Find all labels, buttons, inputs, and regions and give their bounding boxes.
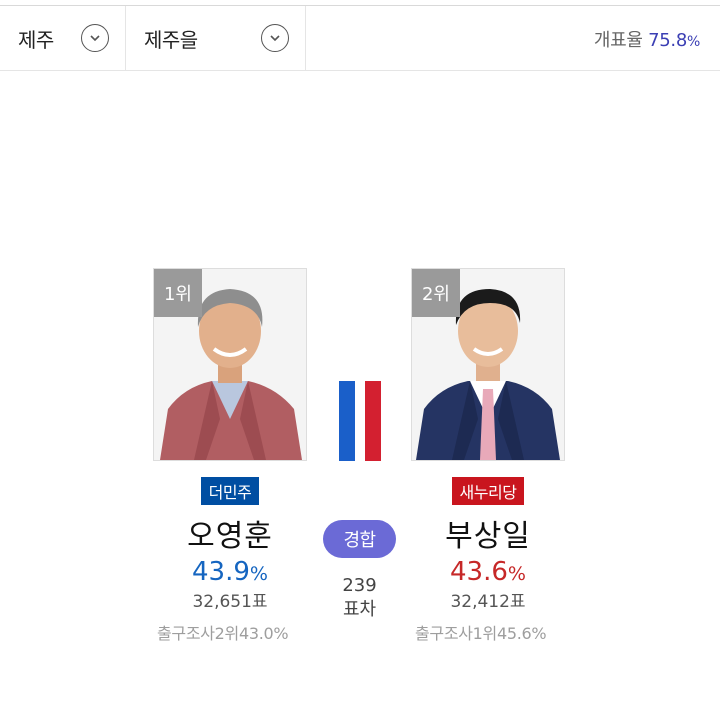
district-select[interactable]: 제주을 bbox=[126, 6, 306, 70]
candidate-name: 부상일 bbox=[445, 519, 531, 554]
chevron-down-icon[interactable] bbox=[81, 24, 109, 52]
chevron-down-icon[interactable] bbox=[261, 24, 289, 52]
right-candidate-bar bbox=[365, 381, 381, 461]
candidate-card-1[interactable]: 1위 더민주 오영훈 43.9% 32,651표 bbox=[153, 268, 307, 612]
region-select-label: 제주 bbox=[18, 27, 54, 52]
vote-margin: 239 표차 bbox=[323, 574, 396, 622]
vote-margin-value: 239 bbox=[342, 575, 377, 596]
count-rate: 개표율 75.8% bbox=[594, 26, 700, 52]
region-select[interactable]: 제주 bbox=[0, 6, 126, 70]
count-rate-label: 개표율 bbox=[593, 30, 643, 51]
exit-poll-result: 출구조사1위45.6% bbox=[415, 624, 547, 643]
count-rate-value: 75.8 bbox=[648, 30, 687, 51]
party-badge: 더민주 bbox=[200, 477, 260, 505]
count-rate-unit: % bbox=[686, 34, 700, 50]
filter-bar: 제주 제주을 개표율 75.8% bbox=[0, 6, 720, 71]
vote-count: 32,412표 bbox=[450, 592, 526, 612]
exit-poll-result: 출구조사2위43.0% bbox=[157, 624, 289, 643]
candidate-card-2[interactable]: 2위 새누리당 부상일 43.6% 32,412표 bbox=[411, 268, 565, 612]
vote-percent-unit: % bbox=[507, 563, 526, 585]
vote-percent: 43.9% bbox=[153, 557, 307, 587]
race-status-badge: 경합 bbox=[323, 520, 396, 558]
candidate-name: 오영훈 bbox=[187, 519, 273, 554]
party-badge: 새누리당 bbox=[451, 477, 525, 505]
vote-percent: 43.6% bbox=[411, 557, 565, 587]
candidate-photo[interactable]: 2위 bbox=[411, 268, 565, 461]
district-select-label: 제주을 bbox=[144, 27, 198, 52]
vote-percent-value: 43.9 bbox=[192, 557, 250, 587]
vote-margin-label: 표차 bbox=[342, 599, 377, 620]
candidate-photo[interactable]: 1위 bbox=[153, 268, 307, 461]
vote-count: 32,651표 bbox=[192, 592, 268, 612]
left-candidate-bar bbox=[339, 381, 355, 461]
vote-percent-unit: % bbox=[249, 563, 268, 585]
vote-compare-bars bbox=[339, 381, 381, 461]
rank-badge: 2위 bbox=[412, 269, 460, 317]
rank-badge: 1위 bbox=[154, 269, 202, 317]
vote-percent-value: 43.6 bbox=[450, 557, 508, 587]
